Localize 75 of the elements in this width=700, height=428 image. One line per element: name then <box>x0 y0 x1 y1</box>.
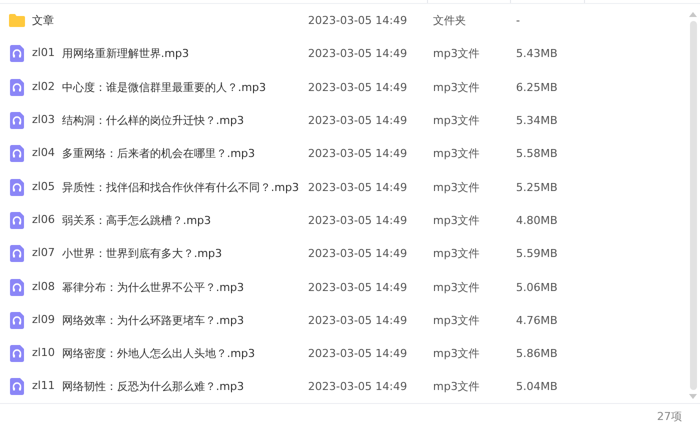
file-name[interactable]: 用网络重新理解世界.mp3 <box>62 46 190 62</box>
file-type: mp3文件 <box>433 146 481 162</box>
modified-date: 2023-03-05 14:49 <box>308 214 408 227</box>
modified-date: 2023-03-05 14:49 <box>308 380 408 394</box>
headphones-icon <box>10 245 24 262</box>
file-code: zl08 <box>32 280 55 295</box>
file-size: 5.06MB <box>516 280 558 294</box>
file-code: zl01 <box>32 46 55 62</box>
scroll-up-icon[interactable] <box>689 12 697 17</box>
modified-date: 2023-03-05 14:49 <box>308 114 408 128</box>
headphones-icon <box>10 378 24 396</box>
file-name[interactable]: 网络韧性：反恐为什么那么难？.mp3 <box>62 379 244 394</box>
file-type: mp3文件 <box>433 312 481 328</box>
file-code: zl09 <box>32 312 55 328</box>
file-size: 5.34MB <box>516 114 558 128</box>
file-name[interactable]: 网络密度：外地人怎么出人头地？.mp3 <box>62 346 256 362</box>
file-code: zl11 <box>32 379 55 394</box>
file-code: zl04 <box>32 146 55 162</box>
file-type: mp3文件 <box>433 280 481 295</box>
headphones-icon <box>10 278 24 296</box>
file-size: 5.59MB <box>516 247 558 260</box>
file-name[interactable]: 结构洞：什么样的岗位升迁快？.mp3 <box>62 113 244 128</box>
scroll-thumb[interactable] <box>690 21 696 390</box>
file-type: mp3文件 <box>433 113 481 128</box>
file-type: mp3文件 <box>433 246 481 262</box>
file-size: 5.43MB <box>516 47 558 60</box>
file-name[interactable]: 幂律分布：为什么世界不公平？.mp3 <box>62 280 244 295</box>
file-size: 4.80MB <box>516 214 558 227</box>
file-name[interactable]: 异质性：找伴侣和找合作伙伴有什么不同？.mp3 <box>62 180 300 195</box>
scroll-down-icon[interactable] <box>689 394 697 399</box>
headphones-icon <box>10 312 24 329</box>
folder-icon <box>9 14 25 28</box>
modified-date: 2023-03-05 14:49 <box>308 347 408 360</box>
file-type: mp3文件 <box>433 379 481 394</box>
file-size: 6.25MB <box>516 80 558 94</box>
headphones-icon <box>10 145 24 162</box>
file-type: mp3文件 <box>433 346 481 362</box>
file-type: mp3文件 <box>433 80 481 95</box>
item-count: 27项 <box>657 408 682 424</box>
file-type: mp3文件 <box>433 180 481 195</box>
file-code: zl10 <box>32 346 55 362</box>
file-code: zl07 <box>32 246 55 262</box>
file-size: - <box>516 14 520 28</box>
modified-date: 2023-03-05 14:49 <box>308 80 408 94</box>
headphones-icon <box>10 345 24 362</box>
modified-date: 2023-03-05 14:49 <box>308 14 408 28</box>
modified-date: 2023-03-05 14:49 <box>308 47 408 60</box>
modified-date: 2023-03-05 14:49 <box>308 280 408 294</box>
file-type: mp3文件 <box>433 46 481 62</box>
headphones-icon <box>10 112 24 130</box>
file-size: 5.25MB <box>516 180 558 194</box>
headphones-icon <box>10 78 24 96</box>
file-type: mp3文件 <box>433 212 481 228</box>
file-name[interactable]: 中心度：谁是微信群里最重要的人？.mp3 <box>62 80 266 95</box>
file-name[interactable]: 文章 <box>32 13 54 28</box>
file-name[interactable]: 弱关系：高手怎么跳槽？.mp3 <box>62 212 212 228</box>
file-code: zl03 <box>32 113 55 128</box>
modified-date: 2023-03-05 14:49 <box>308 180 408 194</box>
file-code: zl05 <box>32 180 55 195</box>
file-size: 5.58MB <box>516 147 558 160</box>
file-type: 文件夹 <box>433 13 467 28</box>
headphones-icon <box>10 212 24 229</box>
file-name[interactable]: 网络效率：为什么环路更堵车？.mp3 <box>62 312 244 328</box>
modified-date: 2023-03-05 14:49 <box>308 314 408 327</box>
file-name[interactable]: 多重网络：后来者的机会在哪里？.mp3 <box>62 146 256 162</box>
file-size: 4.76MB <box>516 314 558 327</box>
modified-date: 2023-03-05 14:49 <box>308 147 408 160</box>
headphones-icon <box>10 178 24 196</box>
modified-date: 2023-03-05 14:49 <box>308 247 408 260</box>
file-code: zl02 <box>32 80 55 95</box>
file-name[interactable]: 小世界：世界到底有多大？.mp3 <box>62 246 222 262</box>
headphones-icon <box>10 45 24 62</box>
file-size: 5.04MB <box>516 380 558 394</box>
file-code: zl06 <box>32 212 55 228</box>
file-size: 5.86MB <box>516 347 558 360</box>
